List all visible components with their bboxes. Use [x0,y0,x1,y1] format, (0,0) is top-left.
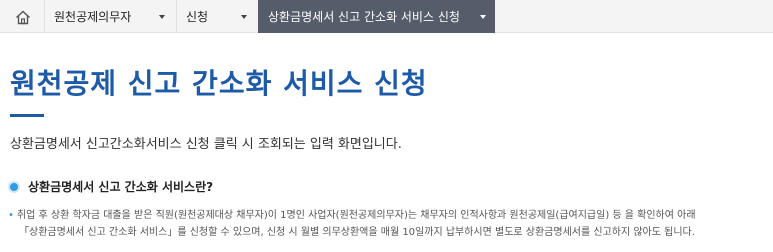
chevron-down-icon [241,15,247,19]
home-icon[interactable] [12,6,34,28]
description-line: • 취업 후 상환 학자금 대출을 받은 직원(원천공제대상 채무자)이 1명인 … [8,210,696,221]
description-line: 「상환금명세서 신고 간소화 서비스」를 신청할 수 있으며, 신청 시 월별 … [19,227,695,238]
section-heading: 상환금명세서 신고 간소화 서비스란? [10,178,213,195]
page-subtitle: 상환금명세서 신고간소화서비스 신청 클릭 시 조회되는 입력 화면입니다. [10,137,402,152]
section-description: • 취업 후 상환 학자금 대출을 받은 직원(원천공제대상 채무자)이 1명인 … [8,207,768,241]
chevron-down-icon [480,15,486,19]
breadcrumb-item-withholding-obligor[interactable]: 원천공제의무자 [44,0,176,33]
breadcrumb-item-apply[interactable]: 신청 [176,0,258,33]
bullet-icon [10,182,18,191]
breadcrumb-item-current[interactable]: 상환금명세서 신고 간소화 서비스 신청 [258,0,495,33]
bullet-dot-icon: • [8,210,14,221]
section-title: 상환금명세서 신고 간소화 서비스란? [28,180,214,194]
chevron-down-icon [159,15,165,19]
breadcrumb: 원천공제의무자 신청 상환금명세서 신고 간소화 서비스 신청 [0,0,773,33]
page-title: 원천공제 신고 간소화 서비스 신청 [10,67,428,100]
title-underline [10,114,44,117]
